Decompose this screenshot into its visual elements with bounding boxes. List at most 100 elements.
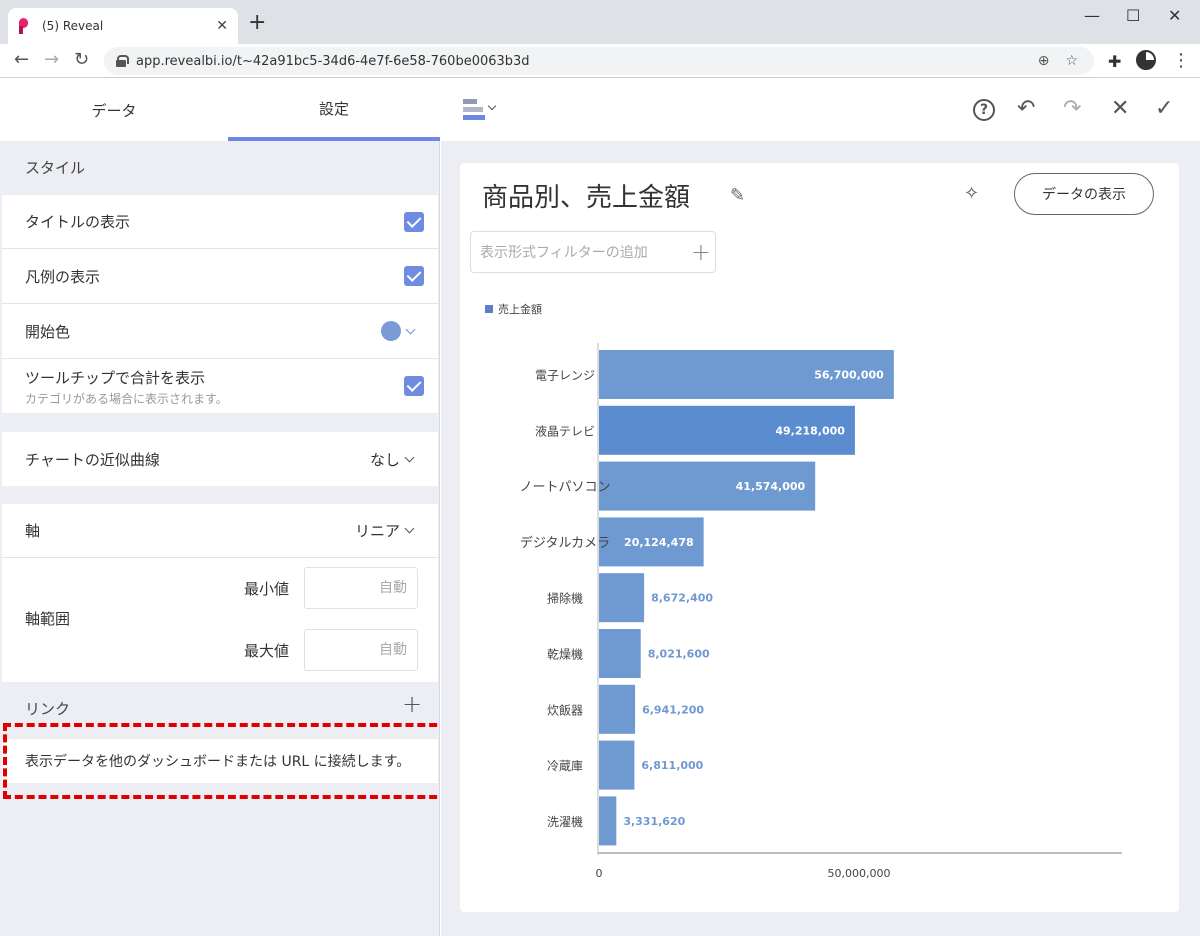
new-tab-icon[interactable]: + (248, 12, 266, 34)
url-field[interactable]: app.revealbi.io/t~42a91bc5-34d6-4e7f-6e5… (104, 47, 1094, 75)
tab-data[interactable]: データ (8, 79, 220, 141)
chevron-down-icon (405, 324, 416, 334)
style-section-header: スタイル (25, 159, 86, 177)
panel-tabs: データ 設定 (0, 79, 440, 141)
redo-icon[interactable]: ↷ (1063, 95, 1081, 123)
bars-group: 電子レンジ 56,700,000 液晶テレビ 49,218,000 ノートパソコン 41,… (519, 350, 894, 846)
color-swatch (381, 321, 401, 341)
category-label: 洗濯機 (547, 814, 583, 829)
value-label: 56,700,000 (814, 369, 884, 382)
start-color-label: 開始色 (25, 322, 71, 341)
address-bar: ← → ↻ app.revealbi.io/t~42a91bc5-34d6-4e… (0, 44, 1200, 78)
bar[interactable] (599, 629, 641, 678)
value-label: 6,941,200 (642, 703, 704, 716)
axis-label: 軸 (25, 522, 41, 540)
start-color-row[interactable]: 開始色 (2, 304, 438, 359)
category-label: 液晶テレビ (535, 423, 595, 438)
bar[interactable] (599, 573, 645, 623)
extensions-icon[interactable]: ✚ (1108, 52, 1121, 71)
axis-row[interactable]: 軸 リニア (2, 504, 438, 558)
chart-type-selector[interactable] (463, 99, 497, 121)
browser-tabbar: (5) Reveal ✕ + — ☐ ✕ (0, 0, 1200, 44)
category-label: 掃除機 (547, 591, 583, 606)
bar-chart-icon (463, 99, 477, 104)
style-card: タイトルの表示 凡例の表示 開始色 ツールチップで合計を表示 カテゴリがある場合… (2, 195, 438, 413)
url-text: app.revealbi.io/t~42a91bc5-34d6-4e7f-6e5… (136, 53, 530, 69)
highlight-box (3, 723, 449, 799)
tooltip-total-checkbox[interactable] (404, 376, 424, 396)
tooltip-total-label: ツールチップで合計を表示 (25, 369, 206, 387)
trendline-value: なし (369, 450, 400, 469)
trendline-card: チャートの近似曲線 なし (2, 432, 438, 486)
show-legend-row[interactable]: 凡例の表示 (2, 249, 438, 304)
close-tab-icon[interactable]: ✕ (216, 18, 228, 34)
max-label: 最大値 (244, 642, 290, 660)
show-legend-label: 凡例の表示 (25, 267, 101, 286)
category-label: 電子レンジ (535, 369, 595, 383)
chevron-down-icon (404, 523, 415, 534)
bar-chart: 売上金額 電子レンジ 56,700,000 液晶テレビ 49,218,000 ノートパソ… (485, 302, 1122, 880)
axis-range-label: 軸範囲 (25, 610, 71, 628)
min-label: 最小値 (244, 580, 290, 598)
undo-icon[interactable]: ↶ (1017, 95, 1035, 123)
axis-max-input[interactable]: 自動 (304, 629, 418, 671)
axis-select[interactable]: リニア (354, 520, 415, 541)
reload-icon[interactable]: ↻ (74, 49, 89, 70)
category-label: 冷蔵庫 (547, 759, 583, 773)
back-icon[interactable]: ← (14, 49, 29, 70)
category-label: デジタルカメラ (520, 535, 610, 551)
chart-legend: 売上金額 (485, 302, 542, 316)
settings-panel: データ 設定 スタイル タイトルの表示 凡例の表示 開始色 ツールチップで合計を… (0, 79, 449, 936)
tab-settings[interactable]: 設定 (228, 79, 440, 141)
value-label: 3,331,620 (623, 815, 685, 828)
category-label: ノートパソコン (519, 480, 610, 495)
x-tick-label: 50,000,000 (828, 867, 891, 880)
help-icon[interactable]: ? (973, 99, 995, 121)
lock-icon (116, 55, 129, 67)
bar[interactable] (599, 796, 617, 846)
legend-label: 売上金額 (498, 302, 542, 316)
browser-tab-title: (5) Reveal (42, 19, 104, 33)
menu-icon[interactable]: ⋮ (1172, 50, 1190, 71)
trendline-label: チャートの近似曲線 (25, 450, 160, 469)
show-title-label: タイトルの表示 (25, 213, 131, 231)
value-label: 41,574,000 (736, 480, 806, 493)
forward-icon[interactable]: → (44, 49, 59, 70)
close-icon[interactable]: ✕ (1111, 95, 1129, 123)
link-section-header: リンク (25, 700, 71, 718)
chevron-down-icon (404, 452, 415, 462)
zoom-icon[interactable]: ⊕ (1038, 53, 1050, 69)
x-ticks: 0 50,000,000 (596, 867, 891, 880)
browser-tab[interactable]: (5) Reveal ✕ (8, 8, 238, 44)
x-tick-label: 0 (596, 867, 603, 880)
show-title-row[interactable]: タイトルの表示 (2, 195, 438, 249)
bar[interactable] (599, 740, 635, 790)
reveal-logo-icon (18, 18, 32, 34)
profile-icon[interactable] (1136, 50, 1156, 70)
visualization-card: 商品別、売上金額 ✎ ✧ データの表示 表示形式フィルターの追加 + 売上金額 … (460, 163, 1179, 912)
value-label: 6,811,000 (641, 759, 703, 772)
maximize-icon[interactable]: ☐ (1126, 6, 1140, 25)
start-color-picker[interactable] (381, 321, 416, 341)
chevron-down-icon (487, 101, 497, 111)
show-title-checkbox[interactable] (404, 211, 424, 232)
category-label: 乾燥機 (547, 647, 583, 662)
trendline-select[interactable]: なし (369, 449, 415, 470)
trendline-row[interactable]: チャートの近似曲線 なし (2, 432, 438, 486)
window-close-icon[interactable]: ✕ (1168, 6, 1181, 25)
legend-swatch (485, 305, 493, 313)
minimize-icon[interactable]: — (1084, 6, 1100, 25)
bar[interactable] (599, 684, 636, 734)
axis-min-input[interactable]: 自動 (304, 567, 418, 609)
value-label: 20,124,478 (624, 536, 694, 549)
tooltip-total-row[interactable]: ツールチップで合計を表示 カテゴリがある場合に表示されます。 (2, 359, 438, 413)
bookmark-star-icon[interactable]: ☆ (1065, 53, 1078, 69)
show-legend-checkbox[interactable] (404, 266, 424, 286)
axis-value: リニア (354, 522, 400, 540)
value-label: 8,672,400 (651, 592, 713, 605)
tooltip-total-sub: カテゴリがある場合に表示されます。 (25, 392, 228, 406)
value-label: 49,218,000 (775, 424, 845, 437)
add-link-icon[interactable]: + (402, 690, 422, 718)
check-icon[interactable]: ✓ (1155, 95, 1173, 123)
visualization-area: ? ↶ ↷ ✕ ✓ 商品別、売上金額 ✎ ✧ データの表示 表示形式フィルターの… (441, 79, 1200, 936)
